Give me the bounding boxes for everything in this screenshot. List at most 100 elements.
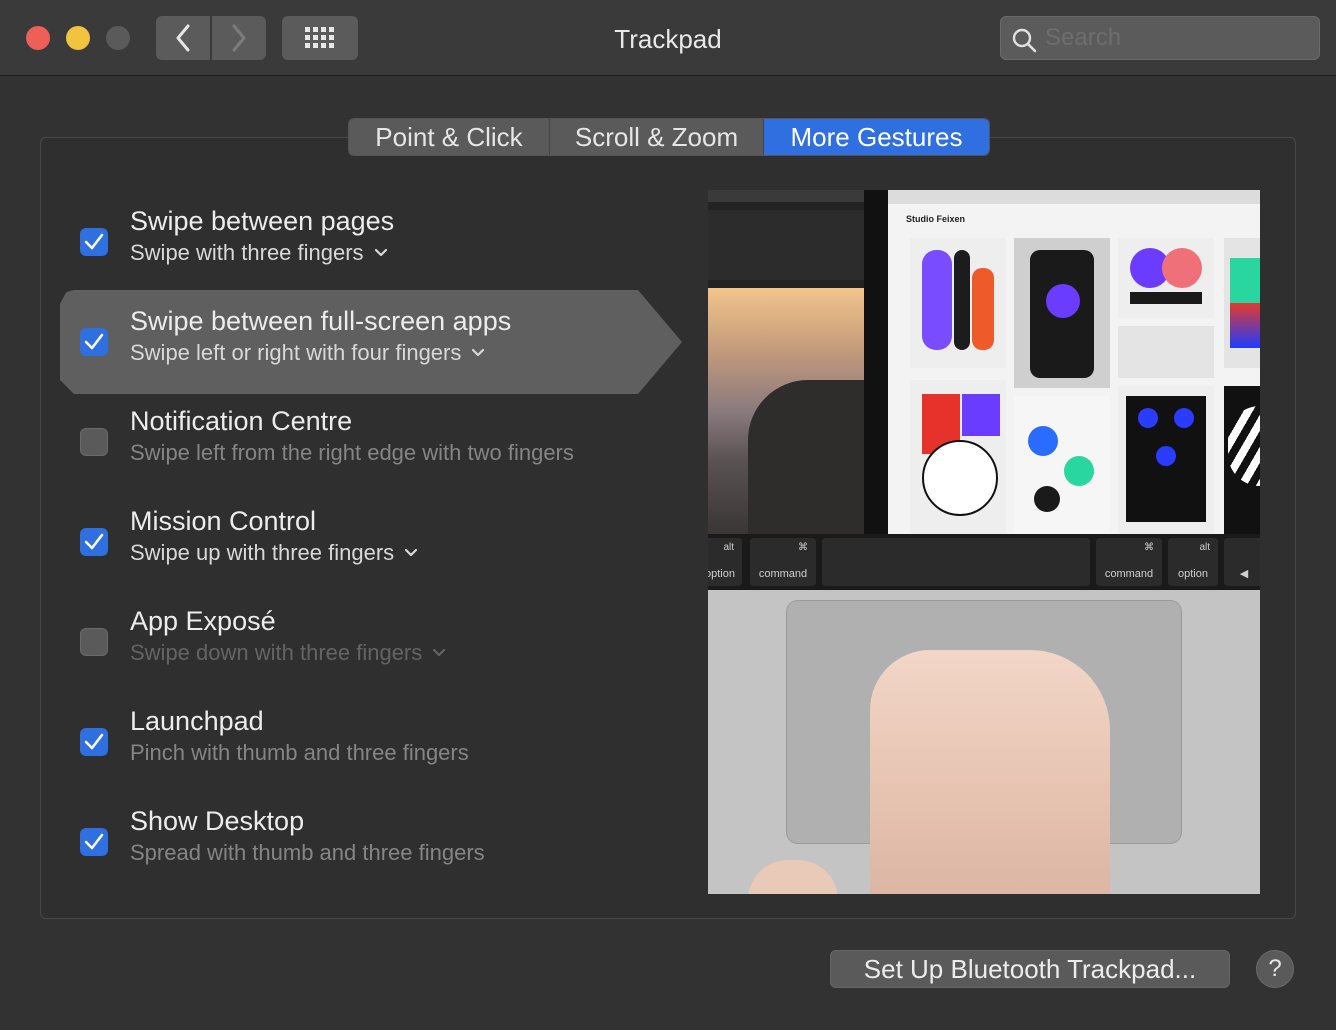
tab-more-gestures[interactable]: More Gestures	[763, 119, 989, 155]
back-button[interactable]	[156, 16, 210, 60]
poster-shape	[922, 440, 998, 516]
chevron-down-icon	[374, 248, 387, 257]
gesture-subtitle: Spread with thumb and three fingers	[130, 840, 485, 866]
gesture-title: Mission Control	[130, 506, 317, 536]
checkmark-icon	[84, 333, 104, 350]
poster-shape	[1064, 456, 1094, 486]
zoom-window-button	[106, 26, 130, 50]
gesture-row-app-expose[interactable]: App Exposé Swipe down with three fingers	[60, 590, 682, 690]
show-desktop-checkbox[interactable]	[80, 828, 108, 856]
gesture-title: Swipe between pages	[130, 206, 395, 236]
preview-browser-toolbar	[888, 190, 1260, 204]
launchpad-checkbox[interactable]	[80, 728, 108, 756]
gesture-row-mission-control[interactable]: Mission Control Swipe up with three fing…	[60, 490, 682, 590]
swipe-pages-checkbox[interactable]	[80, 228, 108, 256]
preview-key-command: ⌘ command	[1096, 538, 1162, 586]
gesture-title: Launchpad	[130, 706, 264, 736]
gesture-title: Notification Centre	[130, 406, 353, 436]
search-field[interactable]	[1000, 16, 1320, 60]
preview-key-option: alt option	[708, 538, 742, 586]
gesture-row-notification-centre[interactable]: Notification Centre Swipe left from the …	[60, 390, 682, 490]
gesture-title: Swipe between full-screen apps	[130, 306, 512, 336]
poster-shape	[1028, 426, 1058, 456]
gesture-option-menu[interactable]: Swipe up with three fingers	[130, 540, 418, 566]
checkmark-icon	[84, 833, 104, 850]
preview-laptop-body	[708, 590, 1260, 894]
gesture-title: App Exposé	[130, 606, 276, 636]
gesture-row-launchpad[interactable]: Launchpad Pinch with thumb and three fin…	[60, 690, 682, 790]
preview-poster	[910, 380, 1006, 534]
preview-left-app	[708, 190, 868, 540]
gesture-option-menu[interactable]: Swipe left or right with four fingers	[130, 340, 485, 366]
preview-poster	[1014, 396, 1110, 534]
poster-shape	[1130, 292, 1202, 304]
poster-shape	[1230, 258, 1260, 348]
preview-poster	[1118, 386, 1214, 534]
close-window-button[interactable]	[26, 26, 50, 50]
poster-shape	[1034, 486, 1060, 512]
title-bar: Trackpad	[0, 0, 1336, 76]
preview-thumb	[748, 860, 838, 894]
tab-point-click[interactable]: Point & Click	[349, 119, 549, 155]
chevron-down-icon	[405, 548, 418, 557]
gesture-subtitle-text: Pinch with thumb and three fingers	[130, 740, 469, 765]
gesture-subtitle: Swipe left or right with four fingers	[130, 340, 462, 365]
gesture-row-show-desktop[interactable]: Show Desktop Spread with thumb and three…	[60, 790, 682, 890]
setup-bluetooth-trackpad-button[interactable]: Set Up Bluetooth Trackpad...	[830, 950, 1230, 988]
poster-shape	[1138, 408, 1158, 428]
poster-shape	[1174, 408, 1194, 428]
app-expose-checkbox[interactable]	[80, 628, 108, 656]
forward-button[interactable]	[212, 16, 266, 60]
search-input[interactable]	[1045, 21, 1309, 55]
gesture-row-swipe-fullscreen-apps[interactable]: Swipe between full-screen apps Swipe lef…	[60, 290, 682, 394]
preview-left-toolbar	[708, 190, 864, 202]
notification-centre-checkbox[interactable]	[80, 428, 108, 456]
gesture-subtitle: Pinch with thumb and three fingers	[130, 740, 469, 766]
preview-poster	[910, 238, 1006, 368]
preview-divider	[864, 190, 888, 534]
minimize-window-button[interactable]	[66, 26, 90, 50]
grid-icon	[305, 27, 334, 48]
gesture-row-swipe-pages[interactable]: Swipe between pages Swipe with three fin…	[60, 190, 682, 290]
mission-control-checkbox[interactable]	[80, 528, 108, 556]
preview-key-arrow: ◀	[1224, 538, 1260, 586]
window-title: Trackpad	[614, 24, 722, 54]
swipe-fullscreen-checkbox[interactable]	[80, 328, 108, 356]
preview-poster	[1118, 238, 1214, 318]
preview-key-option: alt option	[1168, 538, 1218, 586]
preview-poster	[1224, 238, 1260, 368]
gesture-option-menu: Swipe down with three fingers	[130, 640, 446, 666]
preview-poster	[1014, 238, 1110, 388]
poster-shape	[972, 268, 994, 350]
tab-scroll-zoom[interactable]: Scroll & Zoom	[549, 119, 763, 155]
poster-shape	[1156, 446, 1176, 466]
gesture-subtitle-text: Spread with thumb and three fingers	[130, 840, 485, 865]
gesture-subtitle: Swipe up with three fingers	[130, 540, 395, 565]
checkmark-icon	[84, 733, 104, 750]
help-button[interactable]: ?	[1256, 950, 1294, 988]
preview-browser-window: Studio Feixen	[888, 190, 1260, 534]
poster-shape	[954, 250, 970, 350]
poster-shape	[962, 394, 1000, 436]
chevron-left-icon	[176, 24, 190, 52]
poster-shape	[1162, 248, 1202, 288]
poster-shape	[1228, 406, 1260, 486]
preview-hand	[870, 650, 1110, 894]
tab-bar: Point & Click Scroll & Zoom More Gesture…	[348, 118, 990, 156]
preview-key-space	[822, 538, 1090, 586]
show-all-button[interactable]	[282, 16, 358, 60]
gesture-title: Show Desktop	[130, 806, 305, 836]
search-icon	[1012, 28, 1037, 53]
gesture-preview-video: Studio Feixen alt option ⌘ command ⌘ com…	[708, 190, 1260, 894]
checkmark-icon	[84, 533, 104, 550]
preview-poster	[1224, 386, 1260, 534]
preview-left-header	[708, 210, 864, 280]
preview-poster	[1118, 326, 1214, 378]
chevron-down-icon	[433, 648, 446, 657]
poster-shape	[922, 250, 952, 350]
checkmark-icon	[84, 233, 104, 250]
gesture-subtitle: Swipe with three fingers	[130, 240, 364, 265]
preview-key-command: ⌘ command	[750, 538, 816, 586]
gesture-subtitle: Swipe left from the right edge with two …	[130, 440, 574, 466]
gesture-option-menu[interactable]: Swipe with three fingers	[130, 240, 388, 266]
